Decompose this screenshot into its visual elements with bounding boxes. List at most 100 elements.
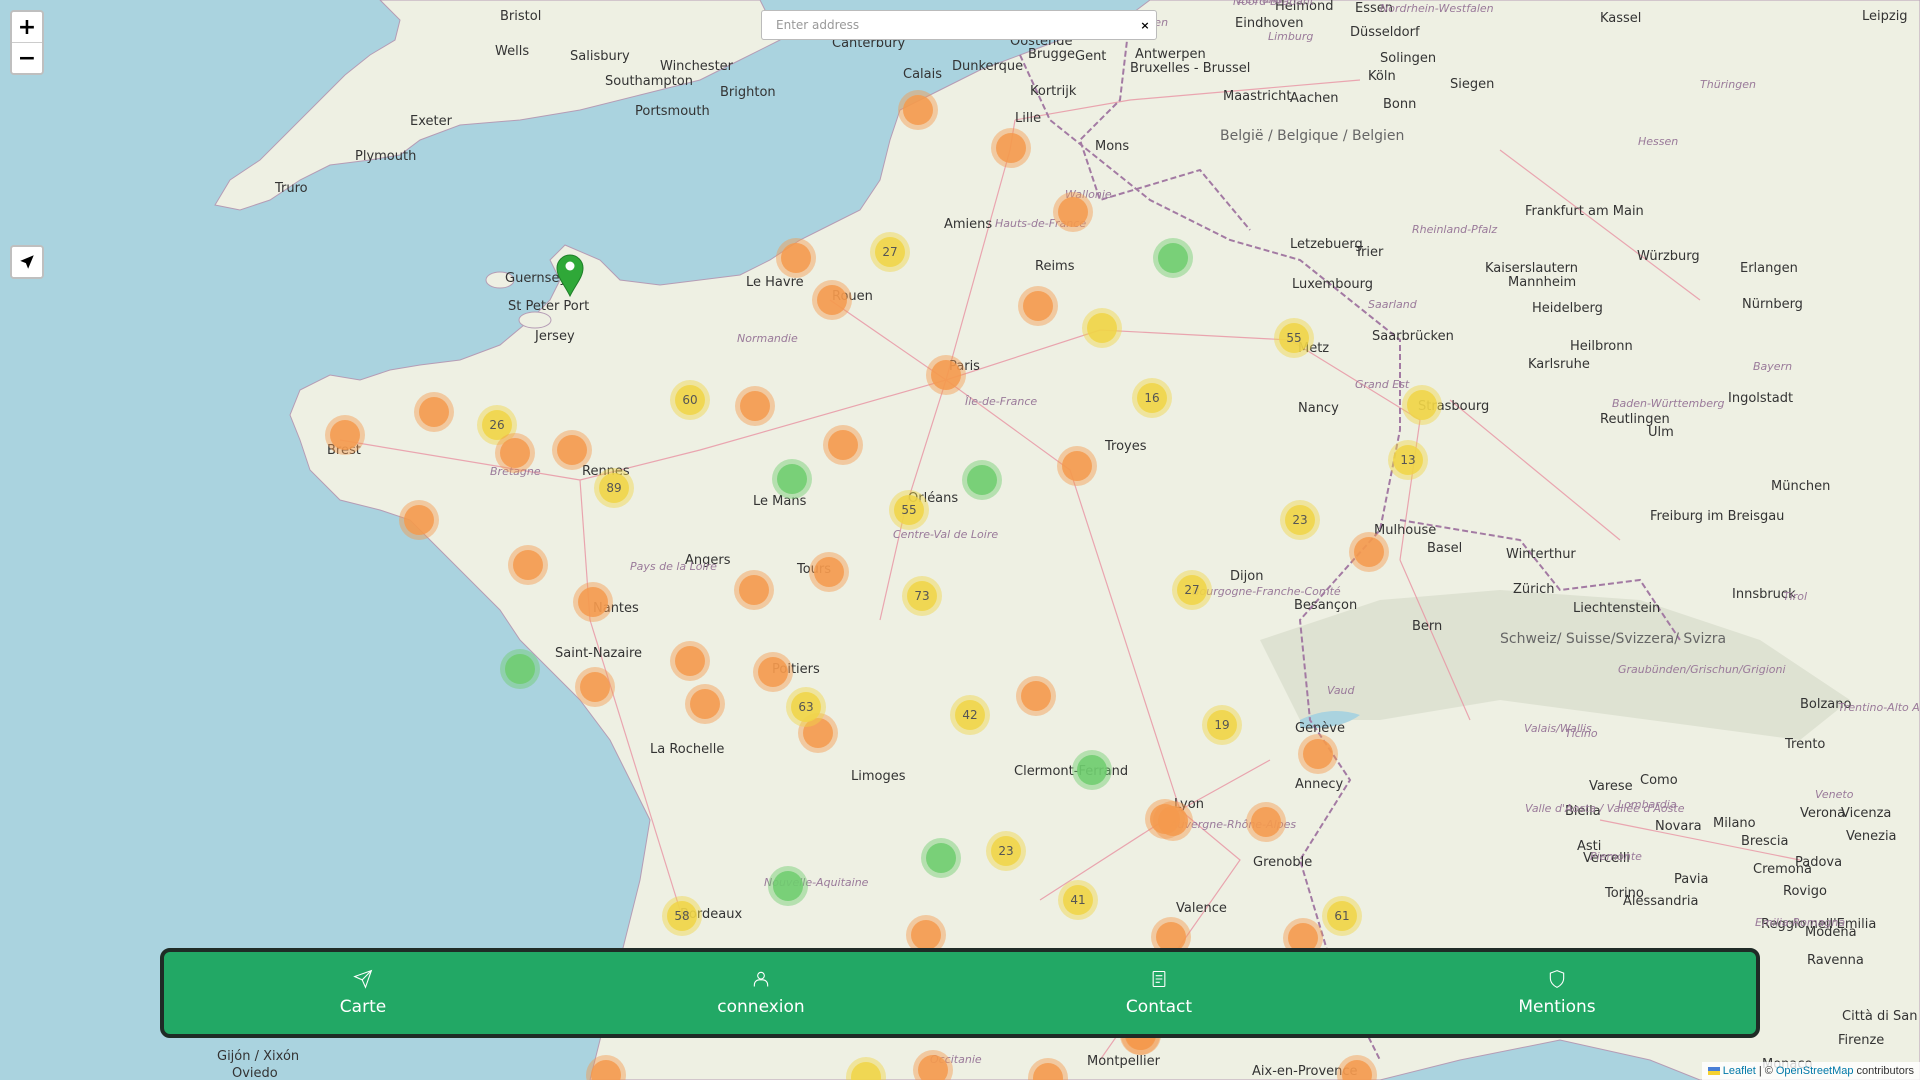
marker-cluster[interactable] bbox=[1349, 532, 1389, 572]
nav-mentions[interactable]: Mentions bbox=[1358, 952, 1756, 1034]
place-label: Grenoble bbox=[1253, 855, 1312, 870]
place-label: Mannheim bbox=[1508, 275, 1576, 290]
address-input[interactable] bbox=[762, 17, 1134, 33]
place-label: Dunkerque bbox=[952, 59, 1023, 74]
cluster-count: 61 bbox=[1334, 909, 1349, 923]
marker-cluster[interactable] bbox=[685, 684, 725, 724]
marker-cluster[interactable] bbox=[962, 460, 1002, 500]
place-label: Dijon bbox=[1230, 569, 1263, 584]
marker-cluster[interactable]: 60 bbox=[670, 380, 710, 420]
marker-cluster[interactable] bbox=[575, 667, 615, 707]
marker-cluster[interactable] bbox=[753, 652, 793, 692]
marker-cluster[interactable] bbox=[1016, 676, 1056, 716]
place-label: Bruxelles - Brussel bbox=[1130, 61, 1250, 76]
marker-cluster[interactable] bbox=[1153, 801, 1193, 841]
place-label: Vicenza bbox=[1841, 806, 1891, 821]
nav-contact[interactable]: Contact bbox=[960, 952, 1358, 1034]
marker-cluster[interactable]: 16 bbox=[1132, 378, 1172, 418]
marker-cluster[interactable] bbox=[325, 415, 365, 455]
cluster-core bbox=[758, 657, 788, 687]
marker-cluster[interactable] bbox=[776, 238, 816, 278]
place-label: Mulhouse bbox=[1374, 523, 1436, 538]
marker-cluster[interactable] bbox=[1082, 308, 1122, 348]
marker-cluster[interactable] bbox=[768, 866, 808, 906]
marker-cluster[interactable] bbox=[1246, 802, 1286, 842]
place-label: Valence bbox=[1176, 901, 1227, 916]
marker-cluster[interactable]: 23 bbox=[986, 831, 1026, 871]
marker-cluster[interactable] bbox=[735, 386, 775, 426]
nav-connexion[interactable]: connexion bbox=[562, 952, 960, 1034]
marker-cluster[interactable]: 42 bbox=[950, 695, 990, 735]
marker-cluster[interactable] bbox=[1072, 750, 1112, 790]
marker-cluster[interactable] bbox=[573, 582, 613, 622]
marker-cluster[interactable]: 58 bbox=[662, 896, 702, 936]
place-label: Brugge bbox=[1028, 47, 1075, 62]
zoom-in-button[interactable]: + bbox=[12, 12, 42, 42]
marker-cluster[interactable] bbox=[1298, 734, 1338, 774]
marker-cluster[interactable] bbox=[1153, 238, 1193, 278]
leaflet-link[interactable]: Leaflet bbox=[1723, 1065, 1756, 1077]
marker-cluster[interactable] bbox=[921, 838, 961, 878]
region-label: Limburg bbox=[1268, 30, 1313, 43]
marker-cluster[interactable] bbox=[1018, 286, 1058, 326]
marker-cluster[interactable] bbox=[1053, 192, 1093, 232]
marker-cluster[interactable]: 27 bbox=[870, 232, 910, 272]
island-jersey bbox=[518, 311, 552, 329]
marker-cluster[interactable] bbox=[809, 552, 849, 592]
clear-search-button[interactable]: × bbox=[1134, 19, 1156, 32]
cluster-count: 27 bbox=[882, 245, 897, 259]
marker-cluster[interactable] bbox=[500, 649, 540, 689]
marker-cluster[interactable]: 19 bbox=[1202, 705, 1242, 745]
cluster-count: 73 bbox=[914, 589, 929, 603]
marker-cluster[interactable]: 23 bbox=[1280, 500, 1320, 540]
region-label: Hessen bbox=[1638, 135, 1678, 148]
country-label: Schweiz/ Suisse/Svizzera/ Svizra bbox=[1500, 631, 1726, 647]
marker-cluster[interactable]: 63 bbox=[786, 687, 826, 727]
marker-cluster[interactable]: 55 bbox=[1274, 318, 1314, 358]
marker-cluster[interactable] bbox=[812, 280, 852, 320]
place-label: Köln bbox=[1368, 69, 1396, 84]
place-label: Cardiff bbox=[425, 0, 469, 4]
place-label: Erlangen bbox=[1740, 261, 1798, 276]
marker-cluster[interactable] bbox=[414, 392, 454, 432]
zoom-out-button[interactable]: − bbox=[12, 42, 42, 73]
marker-cluster[interactable] bbox=[670, 641, 710, 681]
marker-cluster[interactable] bbox=[926, 355, 966, 395]
marker-cluster[interactable] bbox=[772, 459, 812, 499]
locate-button[interactable] bbox=[12, 247, 42, 277]
osm-link[interactable]: OpenStreetMap bbox=[1776, 1065, 1854, 1077]
nav-carte[interactable]: Carte bbox=[164, 952, 562, 1034]
nav-mentions-label: Mentions bbox=[1518, 997, 1596, 1017]
marker-cluster[interactable]: 27 bbox=[1172, 570, 1212, 610]
marker-cluster[interactable] bbox=[1057, 446, 1097, 486]
marker-cluster[interactable]: 73 bbox=[902, 576, 942, 616]
place-label: Bristol bbox=[500, 9, 541, 24]
place-label: Nürnberg bbox=[1742, 297, 1803, 312]
marker-cluster[interactable]: 89 bbox=[594, 468, 634, 508]
cluster-core bbox=[500, 438, 530, 468]
marker-cluster[interactable]: 55 bbox=[889, 490, 929, 530]
cluster-core bbox=[578, 587, 608, 617]
country-label: België / Belgique / Belgien bbox=[1220, 128, 1404, 144]
map-canvas[interactable]: BristolCardiffWellsSalisburyWinchesterSo… bbox=[0, 0, 1920, 1080]
marker-cluster[interactable] bbox=[898, 90, 938, 130]
place-label: Firenze bbox=[1838, 1033, 1884, 1048]
place-label: Gent bbox=[1075, 49, 1106, 64]
marker-cluster[interactable] bbox=[991, 128, 1031, 168]
marker-cluster[interactable] bbox=[399, 500, 439, 540]
marker-cluster[interactable] bbox=[823, 425, 863, 465]
marker-cluster[interactable]: 61 bbox=[1322, 896, 1362, 936]
region-label: Piemonte bbox=[1590, 850, 1642, 863]
marker-cluster[interactable] bbox=[508, 545, 548, 585]
marker-cluster[interactable] bbox=[1402, 385, 1442, 425]
cluster-core bbox=[675, 646, 705, 676]
marker-cluster[interactable]: 13 bbox=[1388, 440, 1428, 480]
marker-cluster[interactable]: 41 bbox=[1058, 880, 1098, 920]
place-label: St Peter Port bbox=[508, 299, 589, 314]
marker-cluster[interactable] bbox=[495, 433, 535, 473]
region-label: Bourgogne-Franche-Comté bbox=[1192, 585, 1341, 598]
marker-cluster[interactable] bbox=[734, 570, 774, 610]
marker-cluster[interactable] bbox=[552, 430, 592, 470]
cluster-core bbox=[1303, 739, 1333, 769]
cluster-count: 16 bbox=[1144, 391, 1159, 405]
